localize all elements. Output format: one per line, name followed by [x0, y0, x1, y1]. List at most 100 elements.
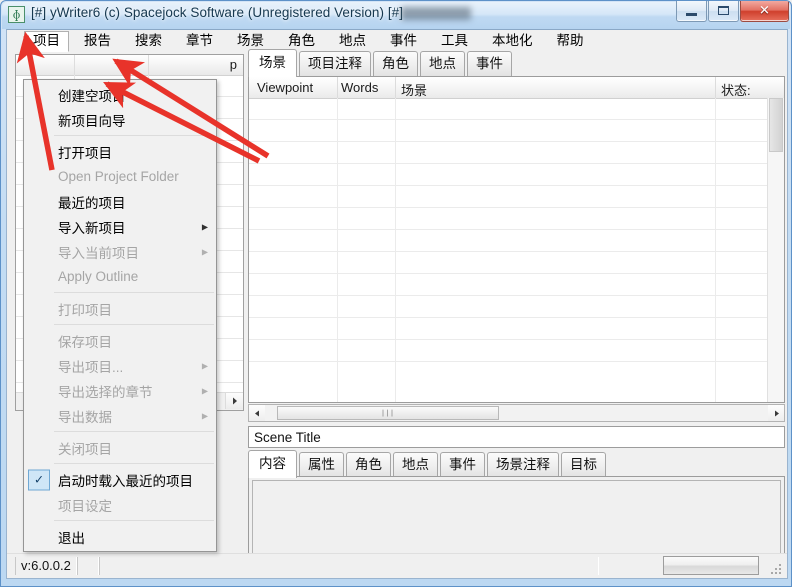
app-window: ɸ [#] yWriter6 (c) Spacejock Software (U…	[0, 0, 792, 587]
menu-item-scenes[interactable]: 场景	[228, 31, 273, 51]
status-panel-2	[77, 557, 99, 575]
tab-scene-notes[interactable]: 场景注释	[487, 452, 559, 477]
scrollbar-thumb[interactable]	[769, 98, 783, 152]
menu-item-label: 导入当前项目	[58, 245, 139, 261]
table-row[interactable]	[249, 208, 768, 230]
menu-item-localization[interactable]: 本地化	[483, 31, 542, 51]
menu-project-settings: 项目设定	[58, 498, 112, 514]
tab-properties[interactable]: 属性	[299, 452, 344, 477]
tab-scene-items[interactable]: 事件	[440, 452, 485, 477]
checkmark-icon: ✓	[28, 469, 50, 490]
menu-new-project-wizard[interactable]: 新项目向导	[24, 107, 216, 132]
svg-text:ɸ: ɸ	[13, 9, 21, 22]
client-area: 项目 报告 搜索 章节 场景 角色 地点 事件 工具 本地化 帮助 p 场景 项…	[6, 29, 788, 579]
tab-scene-characters[interactable]: 角色	[346, 452, 391, 477]
table-row[interactable]	[249, 230, 768, 252]
menu-item-label: 导入新项目	[58, 220, 126, 236]
table-row[interactable]	[249, 274, 768, 296]
menu-item-search[interactable]: 搜索	[126, 31, 171, 51]
menu-item-help[interactable]: 帮助	[548, 31, 593, 51]
menu-export-project: 导出项目... ▶	[24, 353, 216, 378]
menu-bar: 项目 报告 搜索 章节 场景 角色 地点 事件 工具 本地化 帮助	[7, 30, 787, 52]
menu-item-characters[interactable]: 角色	[279, 31, 324, 51]
tab-goals[interactable]: 目标	[561, 452, 606, 477]
menu-item-label: 导出选择的章节	[58, 384, 153, 400]
menu-import-new-project[interactable]: 导入新项目 ▶	[24, 214, 216, 239]
project-dropdown-menu[interactable]: 创建空项目 新项目向导 打开项目 Open Project Folder 最近的…	[23, 79, 217, 552]
resize-grip-icon[interactable]	[771, 564, 783, 576]
menu-separator	[54, 520, 214, 521]
redacted-title-blur	[401, 7, 471, 20]
scene-grid-header: Viewpoint Words 场景 状态:	[249, 77, 784, 99]
tab-project-notes[interactable]: 项目注释	[299, 51, 371, 76]
submenu-arrow-icon: ▶	[201, 361, 208, 370]
menu-load-recent-on-startup[interactable]: ✓ 启动时载入最近的项目	[24, 467, 216, 492]
menu-create-empty-project[interactable]: 创建空项目	[24, 82, 216, 107]
menu-apply-outline: Apply Outline	[58, 269, 139, 284]
minimize-button[interactable]	[676, 1, 707, 22]
column-header-status[interactable]: 状态:	[721, 80, 751, 99]
menu-close-project: 关闭项目	[58, 441, 112, 457]
column-header-scene[interactable]: 场景	[401, 80, 427, 99]
submenu-arrow-icon: ▶	[201, 222, 208, 231]
table-row[interactable]	[249, 296, 768, 318]
menu-item-chapters[interactable]: 章节	[177, 31, 222, 51]
menu-separator	[54, 292, 214, 293]
submenu-arrow-icon: ▶	[201, 411, 208, 420]
scene-grid-vscrollbar[interactable]	[767, 98, 784, 402]
status-progress-bar	[663, 556, 759, 575]
submenu-arrow-icon: ▶	[201, 247, 208, 256]
tab-scene-locations[interactable]: 地点	[393, 452, 438, 477]
table-row[interactable]	[249, 252, 768, 274]
menu-separator	[54, 135, 214, 136]
chevron-left-icon[interactable]	[249, 405, 265, 421]
tab-characters[interactable]: 角色	[373, 51, 418, 76]
table-row[interactable]	[249, 164, 768, 186]
status-bar: v:6.0.0.2	[7, 553, 787, 578]
table-row[interactable]	[249, 340, 768, 362]
table-row[interactable]	[249, 142, 768, 164]
column-header-viewpoint[interactable]: Viewpoint	[257, 80, 313, 95]
menu-item-label: 导出数据	[58, 409, 112, 425]
table-row[interactable]	[249, 120, 768, 142]
chevron-right-icon[interactable]	[225, 393, 243, 409]
menu-item-tools[interactable]: 工具	[432, 31, 477, 51]
menu-save-project: 保存项目	[58, 334, 112, 350]
scene-grid-body[interactable]	[249, 98, 768, 402]
table-row[interactable]	[249, 318, 768, 340]
tab-items[interactable]: 事件	[467, 51, 512, 76]
column-header-words[interactable]: Words	[341, 80, 378, 95]
table-row[interactable]	[249, 98, 768, 120]
tab-locations[interactable]: 地点	[420, 51, 465, 76]
close-button[interactable]: ✕	[740, 1, 789, 22]
menu-item-project[interactable]: 项目	[24, 30, 69, 52]
menu-exit[interactable]: 退出	[24, 524, 216, 549]
minimize-icon	[686, 13, 697, 16]
menu-item-items[interactable]: 事件	[381, 31, 426, 51]
menu-item-reports[interactable]: 报告	[75, 31, 120, 51]
menu-import-current-project: 导入当前项目 ▶	[24, 239, 216, 264]
scene-grid[interactable]: Viewpoint Words 场景 状态:	[248, 76, 785, 403]
menu-open-project[interactable]: 打开项目	[24, 139, 216, 164]
window-controls: ✕	[675, 1, 789, 22]
scene-panel: 场景 项目注释 角色 地点 事件 Viewpoint Words 场景 状态:	[248, 49, 785, 575]
tab-scenes[interactable]: 场景	[248, 49, 297, 77]
chapter-list-header: p	[16, 55, 243, 76]
status-version: v:6.0.0.2	[15, 557, 77, 575]
close-icon: ✕	[759, 3, 770, 19]
table-row[interactable]	[249, 186, 768, 208]
menu-export-data: 导出数据 ▶	[24, 403, 216, 428]
scrollbar-thumb[interactable]: ∣∣∣	[277, 406, 499, 420]
title-bar[interactable]: ɸ [#] yWriter6 (c) Spacejock Software (U…	[1, 1, 791, 29]
scene-title-field[interactable]: Scene Title	[248, 426, 785, 448]
tab-content[interactable]: 内容	[248, 450, 297, 478]
maximize-button[interactable]	[708, 1, 739, 22]
chevron-right-icon[interactable]	[768, 405, 784, 421]
scene-grid-hscrollbar[interactable]: ∣∣∣	[248, 404, 785, 422]
menu-item-locations[interactable]: 地点	[330, 31, 375, 51]
window-title: [#] yWriter6 (c) Spacejock Software (Unr…	[31, 5, 403, 20]
scrollbar-grip-icon: ∣∣∣	[381, 410, 395, 417]
menu-item-label: 启动时载入最近的项目	[58, 473, 193, 489]
menu-recent-projects[interactable]: 最近的项目	[24, 189, 216, 214]
chapter-column-truncated-header: p	[229, 57, 237, 72]
